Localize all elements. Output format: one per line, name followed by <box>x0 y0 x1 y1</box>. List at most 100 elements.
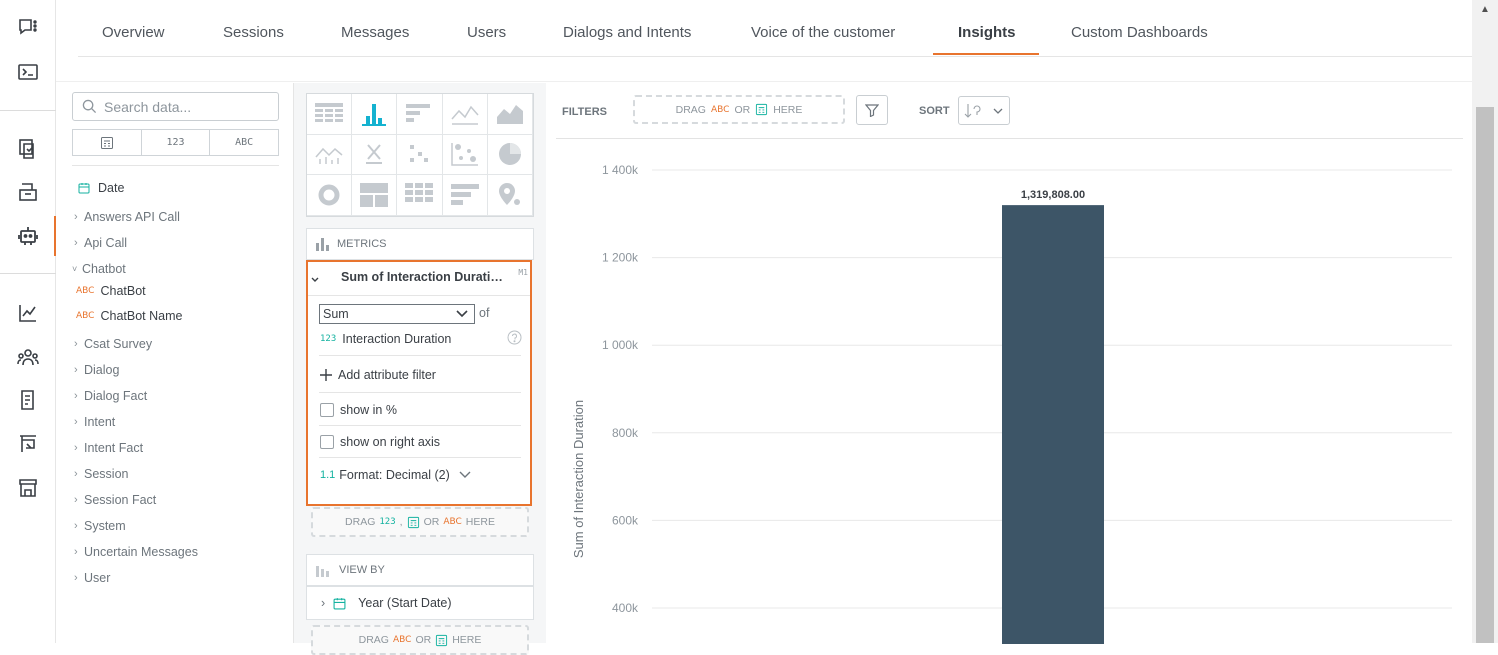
catalog-item-label: Dialog Fact <box>84 389 148 403</box>
bar[interactable] <box>1002 205 1104 644</box>
catalog-item-chatbot[interactable]: ABC ChatBot <box>76 284 146 298</box>
catalog-folder-chatbot[interactable]: ˅ Chatbot <box>72 262 126 276</box>
chart-canvas: FILTERS DRAG ABC OR HERE SORT 400k 600k 80… <box>546 83 1472 644</box>
date-icon <box>756 103 768 116</box>
terminal-icon[interactable] <box>14 58 42 86</box>
filter-date-button[interactable] <box>73 130 142 155</box>
catalog-folder-dialog-fact[interactable]: › Dialog Fact <box>74 389 147 403</box>
catalog-folder-session-fact[interactable]: › Session Fact <box>74 493 156 507</box>
plus-icon <box>320 369 332 381</box>
heatmap-viz-icon[interactable] <box>397 175 443 216</box>
combo-chart-viz-icon[interactable] <box>307 134 353 176</box>
bot-icon[interactable] <box>14 222 42 250</box>
tab-messages[interactable]: Messages <box>341 24 409 41</box>
metric-divider <box>319 425 521 426</box>
filter-numbers-button[interactable]: 123 <box>142 130 211 155</box>
geo-map-viz-icon[interactable] <box>487 175 533 216</box>
metric-title[interactable]: Sum of Interaction Durati… <box>341 270 503 284</box>
catalog-folder-intent[interactable]: › Intent <box>74 415 115 429</box>
drop-text: DRAG <box>675 103 706 116</box>
checkbox[interactable] <box>320 435 334 449</box>
format-dropdown[interactable]: 1.1 Format: Decimal (2) <box>320 468 472 482</box>
dashboard-icon[interactable] <box>14 430 42 458</box>
catalog-item-label: Answers API Call <box>84 210 180 224</box>
donut-viz-icon[interactable] <box>307 175 353 216</box>
chat-icon[interactable] <box>14 13 42 41</box>
inbox-icon[interactable] <box>14 178 42 206</box>
catalog-item-label: ChatBot <box>100 284 146 298</box>
tab-voice-of-the-customer[interactable]: Voice of the customer <box>751 24 895 41</box>
y-axis-label: Sum of Interaction Duration <box>571 400 586 558</box>
metric-drop-zone[interactable]: DRAG 123 , OR ABC HERE <box>311 507 529 537</box>
data-label: 1,319,808.00 <box>1021 189 1085 201</box>
metric-divider <box>308 295 530 296</box>
pie-viz-icon[interactable] <box>487 134 533 176</box>
bubble-viz-icon[interactable] <box>442 134 488 176</box>
tab-custom-dashboards[interactable]: Custom Dashboards <box>1071 24 1208 41</box>
chevron-down-icon[interactable] <box>308 274 322 286</box>
bullet-viz-icon[interactable] <box>442 175 488 216</box>
number-tag: 123 <box>320 334 337 344</box>
viewby-item[interactable]: › Year (Start Date) <box>306 586 534 620</box>
catalog-folder-dialog[interactable]: › Dialog <box>74 363 119 377</box>
scroll-up-icon[interactable]: ▲ <box>1480 4 1490 15</box>
date-icon <box>436 634 448 646</box>
catalog-folder-answers-api-call[interactable]: › Answers API Call <box>74 210 180 224</box>
rail-divider <box>0 110 56 111</box>
catalog-folder-user[interactable]: › User <box>74 571 110 585</box>
catalog-folder-session[interactable]: › Session <box>74 467 128 481</box>
tab-overview[interactable]: Overview <box>102 24 165 41</box>
viewby-drop-zone[interactable]: DRAG ABC OR HERE <box>311 625 529 655</box>
catalog-item-label: Uncertain Messages <box>84 545 198 559</box>
search-input[interactable]: Search data... <box>72 92 279 121</box>
users-group-icon[interactable] <box>14 343 42 371</box>
scrollbar[interactable]: ▲ <box>1472 0 1498 643</box>
report-icon[interactable] <box>14 386 42 414</box>
scroll-thumb[interactable] <box>1476 107 1494 643</box>
catalog-item-label: ChatBot Name <box>100 309 183 323</box>
number-tag: 123 <box>379 517 396 527</box>
filter-drop-zone[interactable]: DRAG ABC OR HERE <box>633 95 845 124</box>
catalog-folder-uncertain-messages[interactable]: › Uncertain Messages <box>74 545 198 559</box>
catalog-item-label: Chatbot <box>82 262 126 276</box>
area-chart-viz-icon[interactable] <box>487 94 533 135</box>
add-filter-label: Add attribute filter <box>338 368 436 382</box>
tab-insights[interactable]: Insights <box>958 24 1016 41</box>
table-viz-icon[interactable] <box>307 94 353 135</box>
help-icon[interactable] <box>507 330 522 345</box>
catalog-folder-api-call[interactable]: › Api Call <box>74 236 127 250</box>
checkbox[interactable] <box>320 403 334 417</box>
filter-attributes-button[interactable]: ABC <box>210 130 278 155</box>
show-right-axis-checkbox[interactable]: show on right axis <box>320 435 440 449</box>
show-percent-checkbox[interactable]: show in % <box>320 403 397 417</box>
bar-chart-viz-icon[interactable] <box>397 94 443 135</box>
headline-viz-icon[interactable] <box>352 134 398 176</box>
add-attribute-filter-button[interactable]: Add attribute filter <box>320 368 436 382</box>
filter-button[interactable] <box>856 95 888 125</box>
tab-dialogs-and-intents[interactable]: Dialogs and Intents <box>563 24 691 41</box>
catalog-item-chatbot-name[interactable]: ABC ChatBot Name <box>76 309 182 323</box>
viewby-section-header: VIEW BY <box>306 554 534 586</box>
catalog-folder-csat-survey[interactable]: › Csat Survey <box>74 337 152 351</box>
line-chart-viz-icon[interactable] <box>442 94 488 135</box>
store-icon[interactable] <box>14 474 42 502</box>
y-tick-label: 1 200k <box>602 251 639 265</box>
scatter-viz-icon[interactable] <box>397 134 443 176</box>
viewby-item-label: Year (Start Date) <box>358 596 452 610</box>
documents-icon[interactable] <box>14 135 42 163</box>
treemap-viz-icon[interactable] <box>352 175 398 216</box>
chevron-right-icon: › <box>74 520 78 532</box>
column-chart-viz-icon[interactable] <box>352 94 398 135</box>
y-tick-label: 800k <box>612 426 639 440</box>
aggregation-select[interactable]: Sum <box>319 304 475 324</box>
drop-text: DRAG <box>345 516 376 528</box>
catalog-item-date[interactable]: Date <box>78 181 124 195</box>
catalog-folder-system[interactable]: › System <box>74 519 126 533</box>
tab-sessions[interactable]: Sessions <box>223 24 284 41</box>
catalog-folder-intent-fact[interactable]: › Intent Fact <box>74 441 143 455</box>
visualization-picker <box>306 93 534 217</box>
sort-button[interactable] <box>958 96 1010 125</box>
tab-users[interactable]: Users <box>467 24 506 41</box>
chart-line-icon[interactable] <box>14 299 42 327</box>
chevron-right-icon: › <box>321 596 326 610</box>
